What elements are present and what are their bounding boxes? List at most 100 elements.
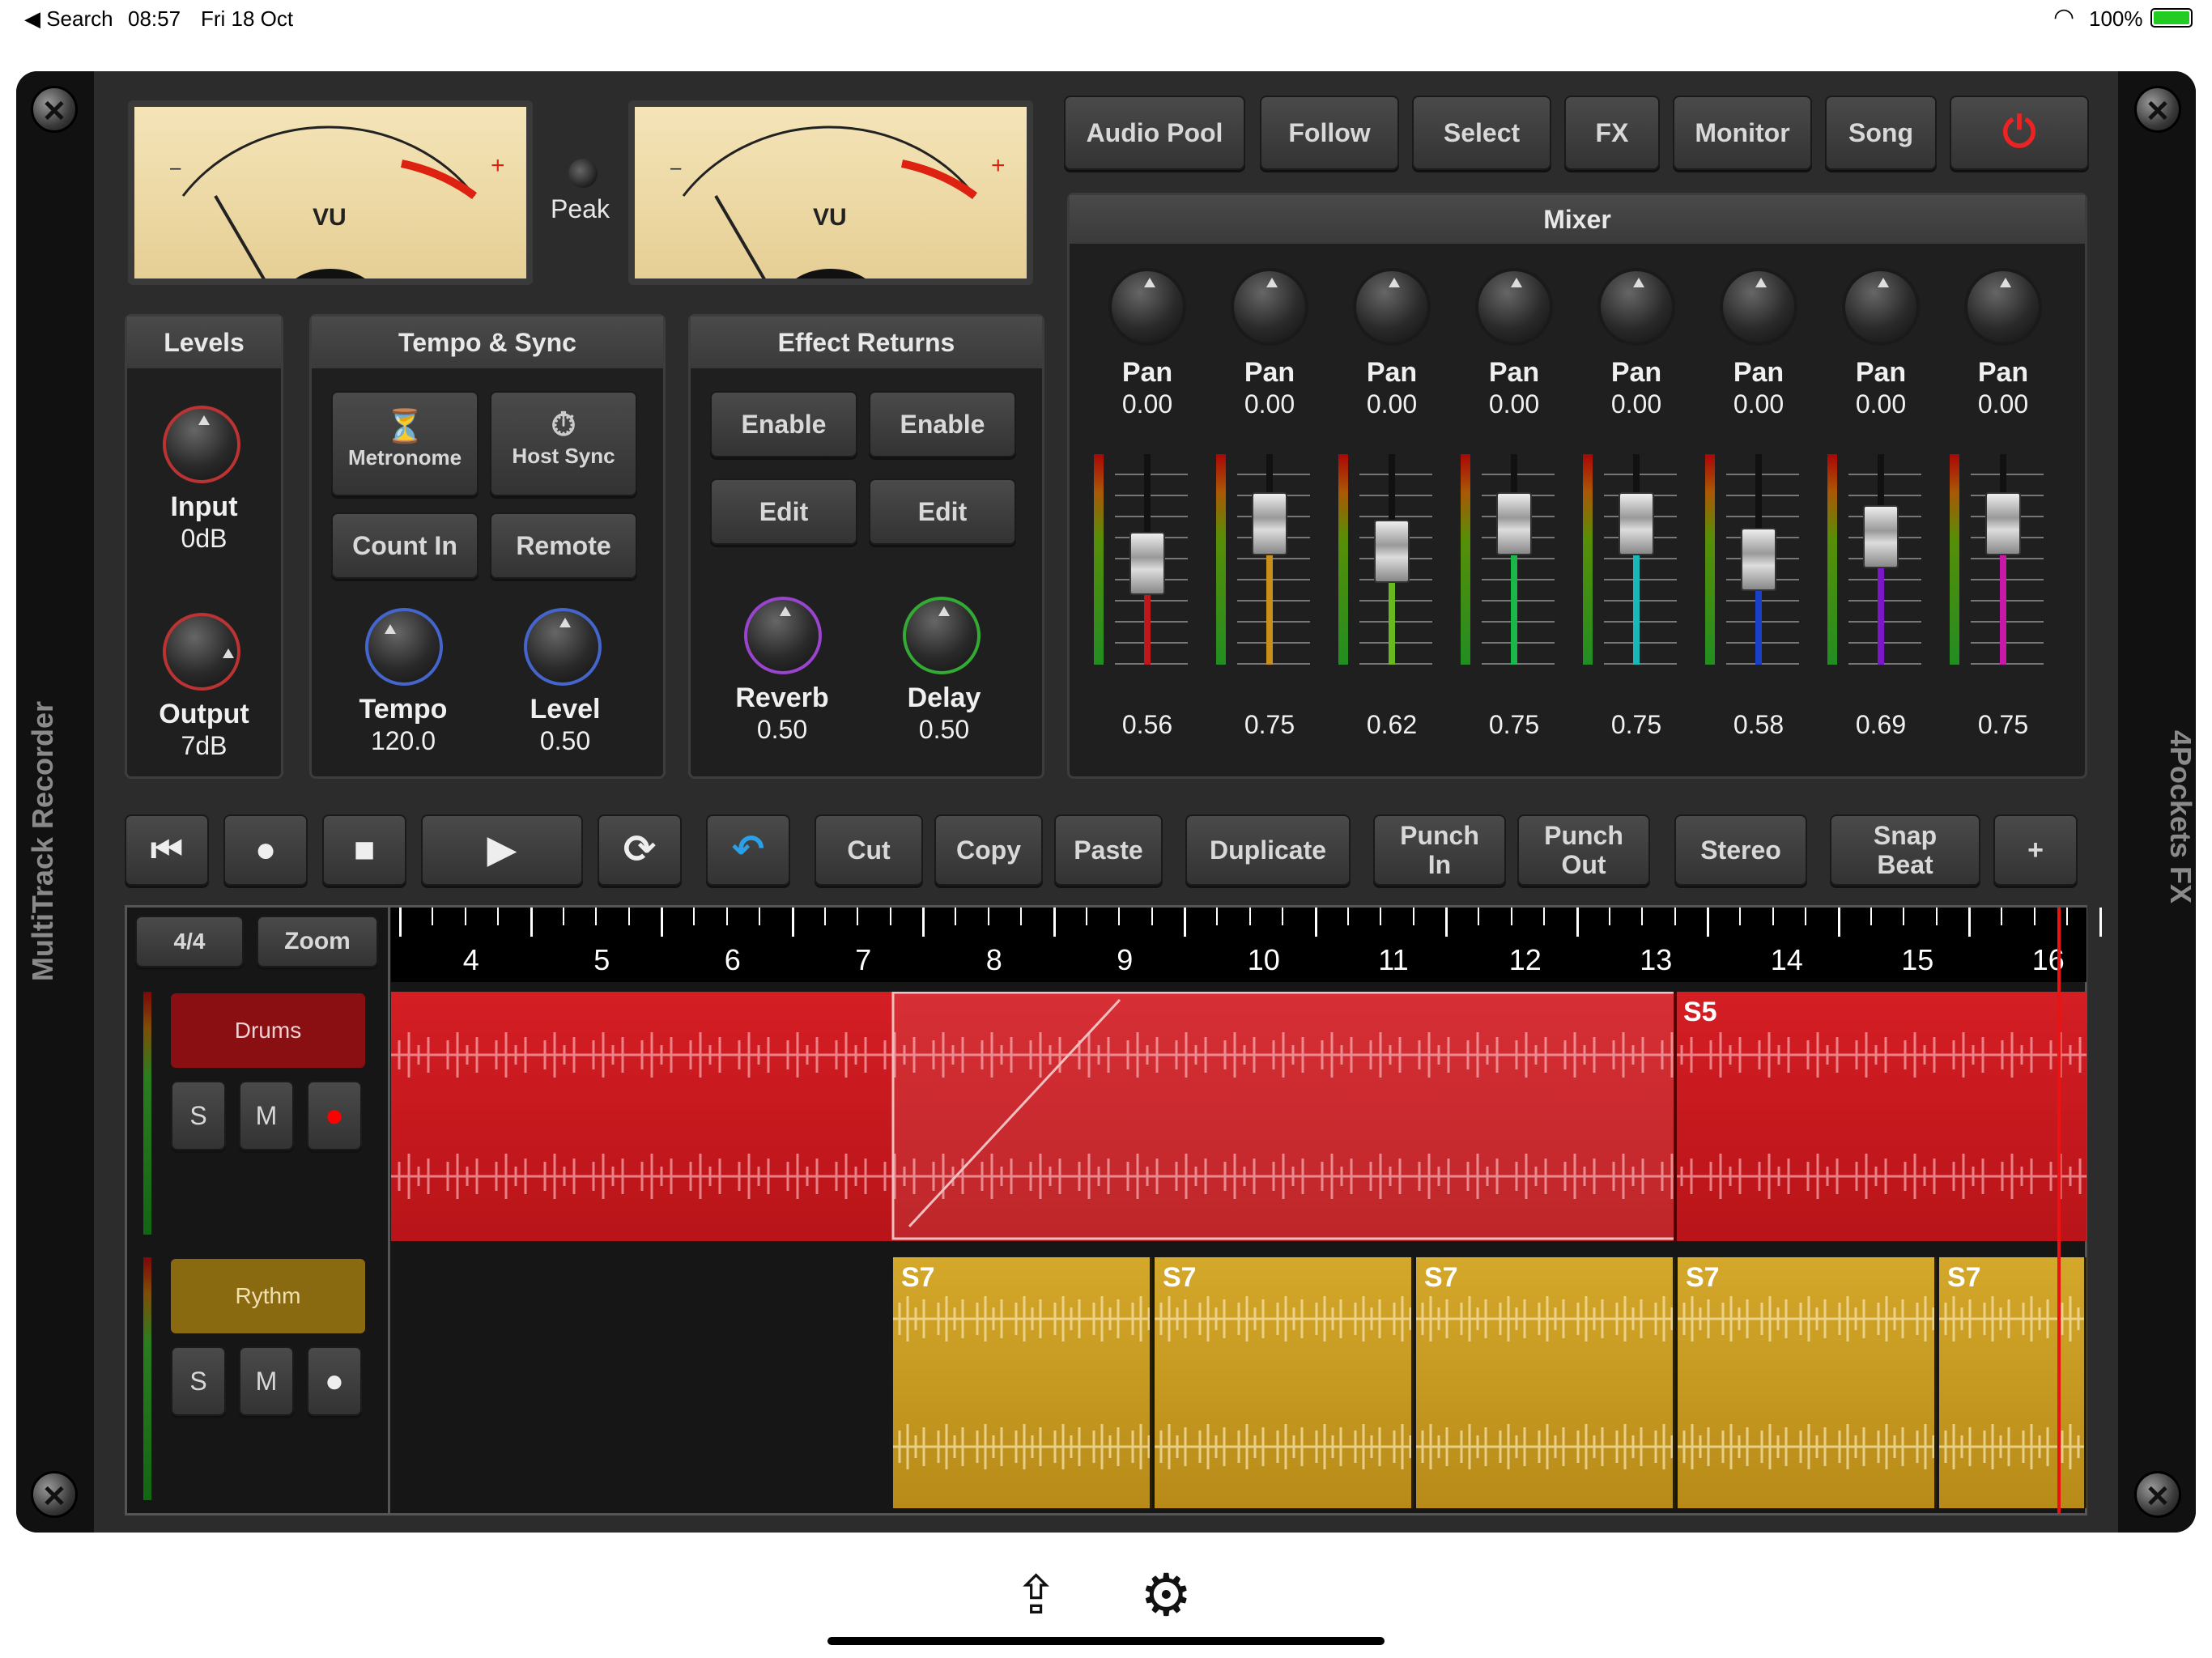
mute-button[interactable]: M xyxy=(239,1081,294,1150)
paste-button[interactable]: Paste xyxy=(1054,814,1163,886)
upload-icon[interactable]: ⇪ xyxy=(1014,1564,1058,1626)
fader-handle[interactable] xyxy=(1741,528,1776,592)
reverb-edit-button[interactable]: Edit xyxy=(710,478,857,545)
settings-icon[interactable]: ⚙ xyxy=(1140,1561,1193,1629)
duplicate-button[interactable]: Duplicate xyxy=(1185,814,1351,886)
record-button[interactable]: ● xyxy=(223,814,308,886)
fader-handle[interactable] xyxy=(1863,504,1899,568)
record-arm-button[interactable]: ● xyxy=(307,1346,362,1416)
audio-pool-button[interactable]: Audio Pool xyxy=(1064,96,1245,170)
cut-button[interactable]: Cut xyxy=(815,814,923,886)
metronome-button[interactable]: ⏳ Metronome xyxy=(331,391,479,496)
ruler-bar-number: 5 xyxy=(593,943,610,976)
pan-knob[interactable] xyxy=(1842,268,1920,346)
rythm-clip[interactable]: S7 xyxy=(1155,1257,1414,1508)
count-in-button[interactable]: Count In xyxy=(331,512,479,579)
clip-label: S7 xyxy=(1163,1262,1197,1293)
track-name-rythm[interactable]: Rythm xyxy=(171,1259,365,1333)
reverb-knob[interactable] xyxy=(744,597,822,674)
ruler-tick xyxy=(1478,908,1480,925)
app-panel: MultiTrack Recorder 4Pockets FX – + VU P… xyxy=(16,71,2196,1533)
ruler-bar-number: 14 xyxy=(1770,943,1803,976)
fx-button[interactable]: FX xyxy=(1564,96,1660,170)
ruler-tick xyxy=(987,908,989,925)
output-knob[interactable] xyxy=(163,613,240,691)
rythm-clip[interactable]: S7 xyxy=(893,1257,1152,1508)
clip-label: S7 xyxy=(901,1262,935,1293)
record-arm-button[interactable]: ● xyxy=(307,1081,362,1150)
pan-value: 0.00 xyxy=(1488,389,1540,419)
undo-button[interactable]: ↶ xyxy=(706,814,790,886)
solo-button[interactable]: S xyxy=(171,1346,226,1416)
add-button[interactable]: + xyxy=(1993,814,2078,886)
timeline-ruler[interactable]: 4 5 6 7 8 9 10 11 12 13 14 15 16 xyxy=(391,908,2102,982)
level-knob[interactable] xyxy=(524,608,602,686)
stop-button[interactable]: ■ xyxy=(322,814,406,886)
pan-knob[interactable] xyxy=(1597,268,1675,346)
reverb-value: 0.50 xyxy=(756,715,808,744)
rewind-button[interactable]: ⏮ xyxy=(125,814,209,886)
ruler-bar-number: 15 xyxy=(1901,943,1934,976)
zoom-button[interactable]: Zoom xyxy=(257,916,378,967)
pan-value: 0.00 xyxy=(1121,389,1173,419)
pan-knob[interactable] xyxy=(1353,268,1431,346)
ruler-tick xyxy=(595,908,598,925)
pan-label: Pan xyxy=(1488,357,1540,388)
rythm-clip[interactable]: S7 xyxy=(1416,1257,1675,1508)
play-button[interactable]: ▶ xyxy=(421,814,583,886)
monitor-button[interactable]: Monitor xyxy=(1673,96,1812,170)
ruler-tick xyxy=(432,908,434,925)
pan-knob[interactable] xyxy=(1964,268,2042,346)
input-knob[interactable] xyxy=(163,406,240,483)
pan-knob[interactable] xyxy=(1231,268,1308,346)
pan-knob[interactable] xyxy=(1720,268,1797,346)
mute-button[interactable]: M xyxy=(239,1346,294,1416)
delay-edit-button[interactable]: Edit xyxy=(869,478,1016,545)
stereo-button[interactable]: Stereo xyxy=(1674,814,1807,886)
loop-button[interactable]: ⟳ xyxy=(598,814,682,886)
delay-enable-button[interactable]: Enable xyxy=(869,391,1016,457)
host-sync-icon: ⏱ xyxy=(551,407,576,443)
fader-value: 0.75 xyxy=(1244,710,1295,739)
pan-knob[interactable] xyxy=(1475,268,1553,346)
power-button[interactable]: ⏻ xyxy=(1950,96,2089,170)
pan-value: 0.00 xyxy=(1733,389,1784,419)
song-button[interactable]: Song xyxy=(1825,96,1937,170)
solo-button[interactable]: S xyxy=(171,1081,226,1150)
wifi-icon: ◠ xyxy=(2053,4,2075,31)
playhead[interactable] xyxy=(2057,908,2061,1513)
remote-button[interactable]: Remote xyxy=(490,512,637,579)
pan-knob[interactable] xyxy=(1108,268,1186,346)
tempo-knob[interactable] xyxy=(365,608,443,686)
ruler-bar-number: 10 xyxy=(1247,943,1280,976)
punch-in-button[interactable]: Punch In xyxy=(1373,814,1506,886)
vu-plus: + xyxy=(491,152,505,179)
fader-value: 0.56 xyxy=(1121,710,1173,739)
punch-out-button[interactable]: Punch Out xyxy=(1517,814,1650,886)
vu-plus: + xyxy=(991,152,1006,179)
ruler-bar-number: 11 xyxy=(1378,943,1409,976)
select-button[interactable]: Select xyxy=(1412,96,1551,170)
track-name-drums[interactable]: Drums xyxy=(171,993,365,1068)
host-sync-button[interactable]: ⏱ Host Sync xyxy=(490,391,637,496)
delay-knob[interactable] xyxy=(903,597,981,674)
drums-clip[interactable]: S5 xyxy=(391,992,2087,1241)
fader-handle[interactable] xyxy=(1496,492,1532,555)
fader-handle[interactable] xyxy=(1985,492,2021,555)
fader-handle[interactable] xyxy=(1252,492,1287,555)
fader-handle[interactable] xyxy=(1129,532,1165,596)
battery-icon xyxy=(2150,8,2193,28)
ruler-tick xyxy=(1837,908,1840,937)
copy-button[interactable]: Copy xyxy=(934,814,1043,886)
follow-button[interactable]: Follow xyxy=(1260,96,1399,170)
pan-value: 0.00 xyxy=(1366,389,1418,419)
time-signature-button[interactable]: 4/4 xyxy=(135,916,244,967)
fader-handle[interactable] xyxy=(1619,492,1654,555)
rythm-clip[interactable]: S7 xyxy=(1678,1257,1937,1508)
reverb-enable-button[interactable]: Enable xyxy=(710,391,857,457)
rythm-waveform xyxy=(893,1257,1150,1508)
fader-handle[interactable] xyxy=(1374,519,1410,583)
back-to-search[interactable]: ◀ Search xyxy=(24,6,113,32)
snap-beat-button[interactable]: Snap Beat xyxy=(1830,814,1980,886)
rythm-clip[interactable]: S7 xyxy=(1939,1257,2087,1508)
